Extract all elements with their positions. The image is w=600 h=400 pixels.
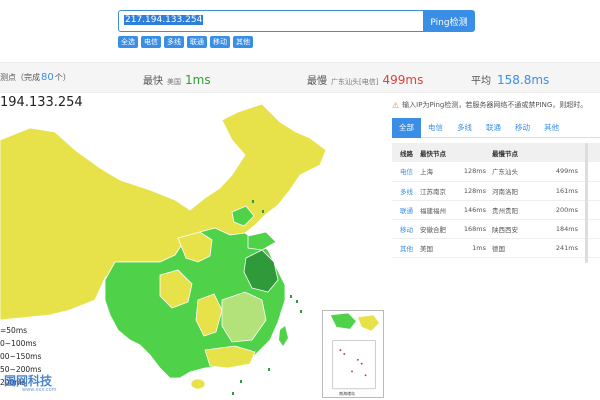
- row-slow-node: 贵州贵阳: [492, 200, 540, 220]
- header-isp: 线路: [392, 143, 420, 162]
- fastest-label: 最快: [143, 76, 163, 87]
- row-slow-node: 陕西西安: [492, 219, 540, 239]
- tab-mobile[interactable]: 移动: [508, 118, 537, 138]
- header-slow-ms: [540, 143, 600, 162]
- header-slow-node: 最慢节点: [492, 143, 540, 162]
- row-fast-ms: 168ms: [462, 219, 492, 239]
- fastest-node: 美国: [167, 78, 181, 86]
- map-node-marker: [262, 210, 264, 213]
- filter-all-button[interactable]: 全选: [118, 36, 138, 48]
- slowest-node: 广东汕头[电信]: [331, 78, 379, 86]
- row-fast-ms: 146ms: [462, 200, 492, 220]
- row-fast-node: 福建福州: [420, 200, 462, 220]
- inset-caption: 南海诸岛: [339, 391, 355, 396]
- fastest-value: 1ms: [185, 73, 211, 87]
- legend-item: =50ms: [0, 326, 28, 335]
- map-node-marker: [300, 310, 302, 313]
- row-fast-ms: 128ms: [462, 181, 492, 201]
- notice-text: 输入IP为Ping检测，若服务器网络不通或禁PING，则超时。: [402, 101, 588, 109]
- bulb-icon: ⚠: [392, 100, 400, 110]
- slowest-value: 499ms: [382, 73, 424, 87]
- fastest-stat: 最快 美国 1ms: [143, 72, 211, 87]
- map-region-hainan: [190, 378, 206, 390]
- map-node-marker: [268, 368, 270, 371]
- slowest-stat: 最慢 广东汕头[电信] 499ms: [307, 72, 423, 87]
- map-node-marker: [252, 200, 254, 203]
- ping-check-button[interactable]: Ping检测: [423, 10, 475, 32]
- row-slow-ms: 241ms: [540, 238, 600, 258]
- ip-search-input[interactable]: 217.194.133.254: [118, 10, 423, 32]
- isp-filter-group: 全选 电信 多线 联通 移动 其他: [118, 36, 253, 48]
- tab-multiline[interactable]: 多线: [450, 118, 479, 138]
- table-row: 电信 上海 128ms 广东汕头 499ms: [392, 162, 600, 182]
- tab-unicom[interactable]: 联通: [479, 118, 508, 138]
- row-slow-node: 德国: [492, 238, 540, 258]
- row-fast-node: 江苏南京: [420, 181, 462, 201]
- isp-tabs: 全部 电信 多线 联通 移动 其他: [392, 118, 600, 138]
- average-value: 158.8ms: [497, 73, 550, 87]
- map-region-taiwan: [279, 326, 288, 346]
- map-node-marker: [296, 300, 298, 303]
- row-isp-link[interactable]: 联通: [392, 200, 420, 220]
- progress-label: 测点（完成: [0, 73, 40, 82]
- inset-island: [364, 374, 367, 377]
- tab-telecom[interactable]: 电信: [421, 118, 450, 138]
- row-slow-ms: 161ms: [540, 181, 600, 201]
- filter-multiline-button[interactable]: 多线: [164, 36, 184, 48]
- inset-island: [339, 349, 342, 352]
- row-fast-node: 美国: [420, 238, 462, 258]
- filter-other-button[interactable]: 其他: [233, 36, 253, 48]
- slowest-label: 最慢: [307, 76, 327, 87]
- tab-all[interactable]: 全部: [392, 118, 421, 138]
- inset-island: [351, 370, 353, 373]
- row-slow-ms: 200ms: [540, 200, 600, 220]
- row-slow-node: 河南洛阳: [492, 181, 540, 201]
- table-row: 联通 福建福州 146ms 贵州贵阳 200ms: [392, 200, 600, 220]
- filter-unicom-button[interactable]: 联通: [187, 36, 207, 48]
- filter-telecom-button[interactable]: 电信: [141, 36, 161, 48]
- table-row: 其他 美国 1ms 德国 241ms: [392, 238, 600, 258]
- table-header-row: 线路 最快节点 最慢节点: [392, 143, 600, 162]
- progress-suffix: 个）: [54, 73, 71, 82]
- map-node-marker: [240, 380, 242, 383]
- watermark-url: www.xxx.com: [22, 387, 57, 393]
- table-scrollbar[interactable]: [585, 143, 588, 263]
- table-row: 多线 江苏南京 128ms 河南洛阳 161ms: [392, 181, 600, 201]
- south-china-sea-inset: [322, 310, 384, 398]
- notice-bar: ⚠ 输入IP为Ping检测，若服务器网络不通或禁PING，则超时。: [392, 100, 600, 110]
- header-fast-ms: [462, 143, 492, 162]
- row-slow-ms: 184ms: [540, 219, 600, 239]
- row-fast-ms: 1ms: [462, 238, 492, 258]
- inset-island: [360, 362, 363, 365]
- average-label: 平均: [471, 76, 491, 87]
- legend-item: 0~100ms: [0, 339, 37, 348]
- map-node-marker: [290, 295, 292, 298]
- row-isp-link[interactable]: 电信: [392, 162, 420, 182]
- row-slow-ms: 499ms: [540, 162, 600, 182]
- row-slow-node: 广东汕头: [492, 162, 540, 182]
- legend-item: 00~150ms: [0, 352, 42, 361]
- map-node-marker: [232, 392, 234, 395]
- results-table: 线路 最快节点 最慢节点 电信 上海 128ms 广东汕头 499ms 多线 江…: [392, 143, 600, 258]
- row-fast-node: 安徽合肥: [420, 219, 462, 239]
- row-fast-node: 上海: [420, 162, 462, 182]
- tab-other[interactable]: 其他: [537, 118, 566, 138]
- row-fast-ms: 128ms: [462, 162, 492, 182]
- inset-island: [343, 353, 346, 355]
- average-stat: 平均 158.8ms: [471, 72, 549, 87]
- filter-mobile-button[interactable]: 移动: [210, 36, 230, 48]
- progress-stat: 测点（完成 80 个）: [0, 72, 71, 83]
- inset-island: [356, 358, 359, 361]
- row-isp-link[interactable]: 其他: [392, 238, 420, 258]
- map-region-shandong: [247, 231, 277, 251]
- row-isp-link[interactable]: 多线: [392, 181, 420, 201]
- ip-value: 217.194.133.254: [124, 15, 204, 25]
- row-isp-link[interactable]: 移动: [392, 219, 420, 239]
- stats-band: 测点（完成 80 个） 最快 美国 1ms 最慢 广东汕头[电信] 499ms …: [0, 62, 600, 93]
- header-fast-node: 最快节点: [420, 143, 462, 162]
- table-row: 移动 安徽合肥 168ms 陕西西安 184ms: [392, 219, 600, 239]
- progress-count: 80: [41, 72, 54, 83]
